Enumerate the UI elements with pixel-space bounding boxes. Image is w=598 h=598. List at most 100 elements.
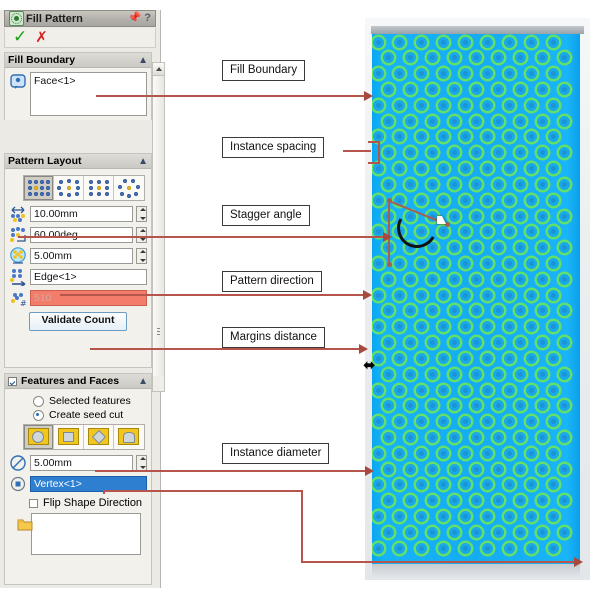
stagger-angle-row: 60.00deg	[9, 226, 147, 244]
diamond-seed-shape-button[interactable]	[84, 425, 114, 449]
square-shape-icon	[58, 428, 79, 445]
pattern-hole	[514, 242, 526, 254]
help-icon[interactable]: ?	[144, 13, 151, 24]
pattern-hole	[416, 321, 428, 333]
stagger-angle-stepper[interactable]	[136, 227, 147, 243]
pattern-hole	[481, 99, 493, 111]
square-layout-button[interactable]	[84, 176, 114, 200]
pattern-hole	[438, 321, 450, 333]
pattern-hole	[525, 99, 537, 111]
pattern-hole	[525, 226, 537, 238]
pattern-hole	[558, 147, 570, 159]
instance-diameter-stepper[interactable]	[136, 455, 147, 471]
margins-field[interactable]: 5.00mm	[30, 248, 133, 264]
model-viewport[interactable]: ⬌	[363, 18, 590, 580]
validate-count-button[interactable]: Validate Count	[29, 312, 127, 331]
polygon-seed-shape-button[interactable]	[114, 425, 144, 449]
pattern-hole	[503, 257, 515, 269]
pattern-hole	[427, 147, 439, 159]
pattern-hole	[558, 178, 570, 190]
radio-row-create-seed-cut[interactable]: Create seed cut	[33, 409, 147, 421]
pattern-hole	[427, 368, 439, 380]
pattern-layout-button-strip	[23, 175, 145, 201]
pin-icon[interactable]: 📌	[128, 13, 142, 24]
fill-boundary-selection-field[interactable]: Face<1>	[30, 72, 147, 116]
pattern-hole	[481, 479, 493, 491]
pattern-hole	[514, 147, 526, 159]
seed-shape-button-strip	[23, 424, 145, 450]
chevron-up-icon[interactable]: ▲	[138, 376, 148, 387]
pattern-hole	[492, 273, 504, 285]
label-create-seed-cut: Create seed cut	[49, 409, 124, 421]
group-header-fill-boundary[interactable]: Fill Boundary ▲	[5, 53, 151, 68]
pattern-hole	[514, 463, 526, 475]
svg-text:#: #	[20, 299, 27, 307]
circular-layout-button[interactable]	[54, 176, 84, 200]
group-header-pattern-layout[interactable]: Pattern Layout ▲	[5, 154, 151, 169]
pattern-hole	[438, 416, 450, 428]
group-header-features-and-faces[interactable]: Features and Faces ▲	[5, 374, 151, 389]
chevron-up-icon[interactable]: ▲	[138, 156, 148, 167]
perforated-plate[interactable]	[372, 34, 580, 564]
circle-seed-shape-button[interactable]	[24, 425, 54, 449]
pattern-hole	[394, 131, 406, 143]
margins-stepper[interactable]	[136, 248, 147, 264]
pattern-hole	[492, 305, 504, 317]
pattern-direction-field[interactable]: Edge<1>	[30, 269, 147, 285]
scrollbar-thumb[interactable]	[153, 76, 164, 376]
features-and-faces-checkbox[interactable]	[8, 376, 17, 386]
radio-create-seed-cut[interactable]	[33, 409, 44, 421]
panel-scrollbar[interactable]	[152, 62, 165, 392]
pattern-hole	[438, 163, 450, 175]
pattern-hole	[372, 384, 384, 396]
instance-count-field[interactable]: 510	[30, 290, 147, 306]
square-seed-shape-button[interactable]	[54, 425, 84, 449]
pattern-hole	[547, 99, 559, 111]
arrowhead-fill-boundary	[364, 91, 373, 101]
polygon-layout-button[interactable]	[114, 176, 144, 200]
stagger-angle-field[interactable]: 60.00deg	[30, 227, 133, 243]
flip-shape-direction-row[interactable]: Flip Shape Direction	[29, 497, 147, 509]
pattern-hole	[405, 273, 417, 285]
chevron-up-icon[interactable]: ▲	[138, 55, 148, 66]
pattern-hole	[481, 163, 493, 175]
pattern-hole	[449, 52, 461, 64]
pattern-hole	[416, 542, 428, 554]
pattern-hole	[372, 511, 384, 523]
pattern-hole	[558, 52, 570, 64]
instance-count-icon: #	[9, 289, 27, 308]
accept-button[interactable]: ✓	[13, 29, 27, 46]
pattern-hole	[492, 368, 504, 380]
pattern-hole	[416, 479, 428, 491]
instance-spacing-field[interactable]: 10.00mm	[30, 206, 133, 222]
leader-vertex-vertical	[301, 490, 303, 563]
polygon-shape-icon	[118, 428, 139, 445]
pattern-hole	[547, 479, 559, 491]
pattern-hole	[514, 432, 526, 444]
scroll-up-icon[interactable]	[153, 63, 164, 76]
pattern-hole	[405, 178, 417, 190]
instance-spacing-stepper[interactable]	[136, 206, 147, 222]
pattern-hole	[471, 83, 483, 95]
pattern-hole	[547, 131, 559, 143]
pattern-hole	[460, 68, 472, 80]
pattern-hole	[492, 52, 504, 64]
pattern-hole	[394, 321, 406, 333]
pattern-hole	[525, 479, 537, 491]
pattern-hole	[547, 289, 559, 301]
pattern-hole	[514, 273, 526, 285]
pattern-hole	[536, 210, 548, 222]
perforation-layout-button[interactable]	[24, 176, 54, 200]
pattern-hole	[460, 542, 472, 554]
pattern-hole	[481, 416, 493, 428]
instance-diameter-field[interactable]: 5.00mm	[30, 455, 133, 471]
pattern-hole	[427, 273, 439, 285]
flip-shape-direction-checkbox[interactable]	[29, 498, 38, 508]
radio-selected-features[interactable]	[33, 395, 44, 407]
pattern-hole	[460, 289, 472, 301]
bodies-selection-field[interactable]	[31, 513, 141, 555]
cancel-button[interactable]: ✗	[35, 30, 48, 45]
radio-row-selected-features[interactable]: Selected features	[33, 395, 147, 407]
pattern-hole	[525, 289, 537, 301]
pattern-hole	[558, 432, 570, 444]
